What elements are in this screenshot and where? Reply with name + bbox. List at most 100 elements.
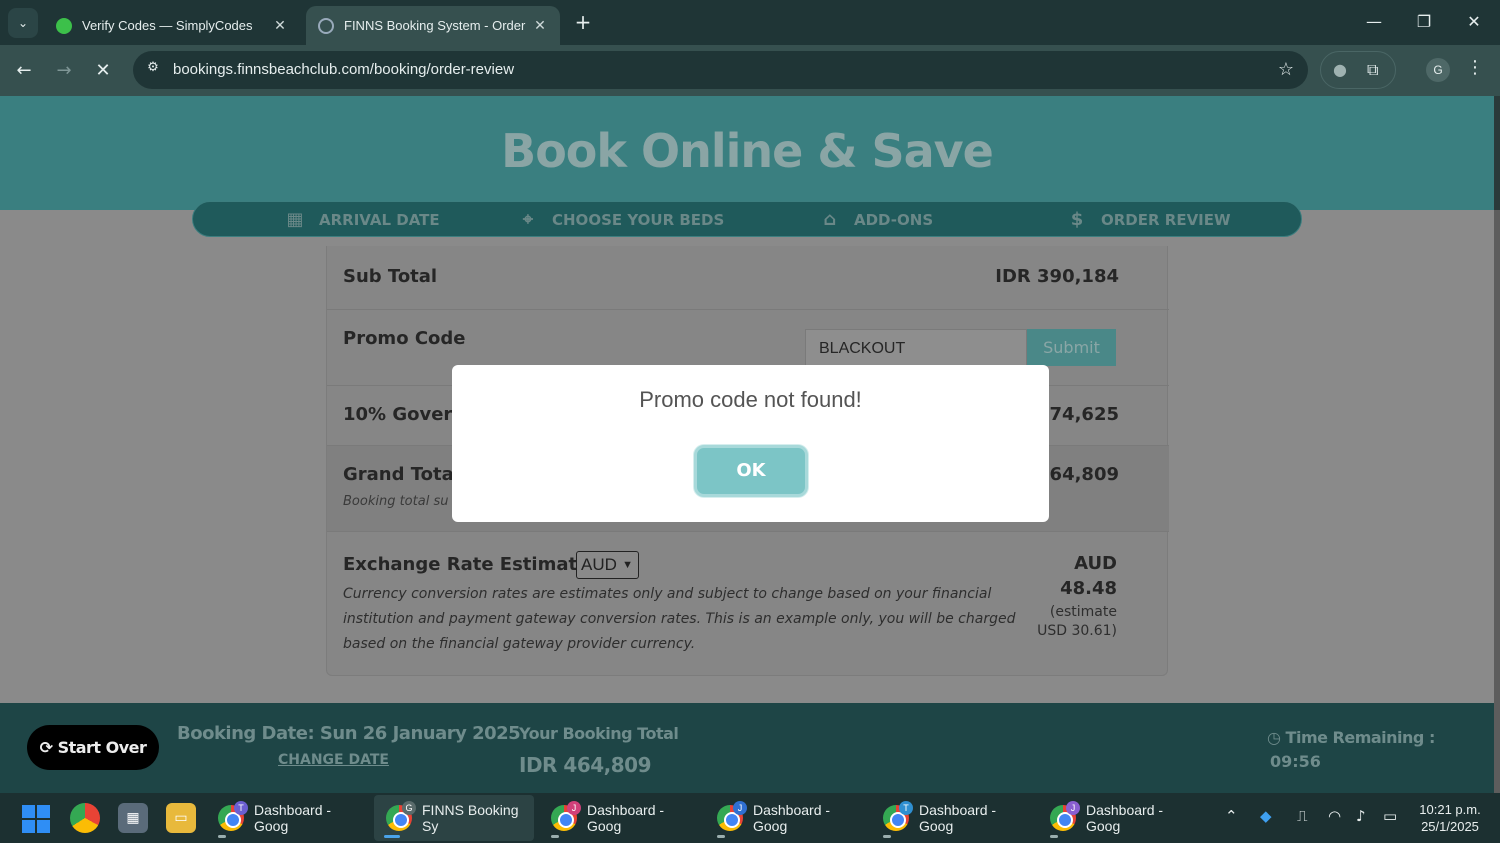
step-label: ORDER REVIEW [1101,211,1231,229]
close-icon: ✕ [95,60,111,81]
wifi-icon[interactable]: ◠ [1328,807,1341,825]
profile-avatar[interactable]: G [1426,58,1450,82]
address-bar[interactable]: ⚙ bookings.finnsbeachclub.com/booking/or… [133,51,1308,89]
step-order-review[interactable]: $ ORDER REVIEW [1065,202,1231,238]
tab-label: Verify Codes — SimplyCodes [82,18,253,33]
profile-badge: T [899,801,913,815]
extension-icon[interactable]: ● [1333,60,1347,79]
taskbar-app-label: Dashboard - Goog [254,802,332,834]
profile-badge: J [567,801,581,815]
tab-finns-booking[interactable]: FINNS Booking System - Order ✕ [306,6,560,45]
dialog-message: Promo code not found! [639,387,862,412]
windows-logo-icon [37,820,50,833]
chevron-down-icon: ⌄ [17,16,29,30]
tab-search-button[interactable]: ⌄ [8,8,38,38]
arrow-left-icon: ← [16,60,32,81]
file-explorer-icon[interactable]: ▭ [166,803,196,833]
close-window-button[interactable]: ✕ [1459,8,1489,36]
taskbar-app-finns[interactable]: G FINNS Booking Sy [374,795,534,841]
restore-icon: ❐ [1416,12,1432,31]
promo-code-input[interactable]: BLACKOUT [805,329,1027,366]
step-arrival-date[interactable]: ▦ ARRIVAL DATE [283,202,440,238]
page-title: Book Online & Save [501,124,994,178]
taskbar-app-dashboard[interactable]: T Dashboard - Goog [871,795,1031,841]
taskbar-app-label: Dashboard - Goog [753,802,831,834]
hero-banner: Book Online & Save [0,96,1494,210]
taskbar-app-dashboard[interactable]: J Dashboard - Goog [539,795,699,841]
grand-total-value: 464,809 [1037,464,1119,485]
minimize-icon: — [1366,12,1382,31]
stop-loading-button[interactable]: ✕ [89,57,117,85]
profile-badge: T [234,801,248,815]
ok-button[interactable]: OK [694,445,808,497]
bookmark-star-icon[interactable]: ☆ [1278,59,1294,80]
profile-badge: G [402,801,416,815]
start-over-label: Start Over [57,738,147,757]
promo-error-dialog: Promo code not found! OK [452,365,1049,522]
booking-date-text: Booking Date: Sun 26 January 2025 [177,723,521,744]
step-choose-beds[interactable]: ⌖ CHOOSE YOUR BEDS [516,202,724,238]
simplycodes-favicon-icon [56,17,72,34]
step-add-ons[interactable]: ⌂ ADD-ONS [818,202,934,238]
security-shield-icon[interactable]: ◆ [1260,807,1272,825]
taskbar-app-dashboard[interactable]: J Dashboard - Goog [705,795,865,841]
subtotal-value: IDR 390,184 [995,266,1119,287]
page-scrollbar-thumb[interactable] [1494,96,1500,210]
battery-icon[interactable]: ▭ [1383,807,1397,825]
close-icon: ✕ [1467,12,1481,31]
back-button[interactable]: ← [10,57,38,85]
promo-label: Promo Code [343,328,466,349]
booking-total-value: IDR 464,809 [519,753,652,777]
more-menu-icon[interactable]: ⋮ [1466,57,1484,78]
chevron-up-icon[interactable]: ⌃ [1225,807,1238,825]
running-indicator [1050,835,1058,838]
taskbar-app-dashboard[interactable]: T Dashboard - Goog [206,795,366,841]
forward-button[interactable]: → [50,57,78,85]
time-remaining-text: Time Remaining : [1285,728,1436,747]
taskbar-app-label: Dashboard - Goog [1086,802,1164,834]
usb-icon[interactable]: ⎍ [1297,807,1308,825]
windows-start-button[interactable] [22,805,50,833]
tab-simplycodes[interactable]: Verify Codes — SimplyCodes ✕ [44,6,300,45]
step-label: ARRIVAL DATE [319,211,440,229]
close-icon[interactable]: ✕ [272,17,288,34]
subtotal-row: Sub Total IDR 390,184 [327,246,1169,310]
restore-button[interactable]: ❐ [1409,8,1439,36]
subtotal-label: Sub Total [343,266,438,287]
exchange-rate-amount: 48.48 [1060,578,1117,599]
calculator-icon[interactable]: ▦ [118,803,148,833]
exchange-rate-estimate: (estimate USD 30.61) [1037,604,1117,639]
chevron-down-icon: ▼ [622,559,633,571]
volume-icon[interactable]: ♪ [1356,807,1366,825]
minimize-button[interactable]: — [1359,8,1389,36]
windows-logo-icon [37,805,50,818]
running-indicator [384,835,400,838]
tab-label: FINNS Booking System - Order [344,18,526,33]
currency-select-value: AUD [581,555,617,574]
step-label: CHOOSE YOUR BEDS [552,211,725,229]
puzzle-icon[interactable]: ⧉ [1367,60,1378,80]
new-tab-button[interactable]: + [570,10,596,36]
site-info-icon[interactable]: ⚙ [143,60,163,80]
clock-date: 25/1/2025 [1421,819,1479,834]
time-remaining-value: 09:56 [1270,752,1321,771]
taskbar-app-label: FINNS Booking Sy [422,802,519,834]
system-clock[interactable]: 10:21 p.m. 25/1/2025 [1410,801,1490,835]
windows-taskbar: ▦ ▭ T Dashboard - Goog G FINNS Booking S… [0,793,1500,843]
arrow-right-icon: → [56,60,72,81]
extensions-group: ● ⧉ [1320,51,1396,89]
change-date-link[interactable]: CHANGE DATE [278,752,389,768]
windows-logo-icon [22,805,35,818]
promo-submit-button[interactable]: Submit [1027,329,1116,366]
taskbar-app-dashboard[interactable]: J Dashboard - Goog [1038,795,1198,841]
step-label: ADD-ONS [854,211,934,229]
exchange-rate-label: Exchange Rate Estimation [343,554,609,575]
taskbar-app-label: Dashboard - Goog [587,802,665,834]
chrome-pinned-icon[interactable] [70,803,100,833]
running-indicator [551,835,559,838]
browser-toolbar: ← → ✕ ⚙ bookings.finnsbeachclub.com/book… [0,45,1500,96]
close-icon[interactable]: ✕ [532,17,548,34]
plus-icon: + [574,10,592,34]
start-over-button[interactable]: ⟳ Start Over [27,725,159,770]
currency-select[interactable]: AUD ▼ [576,551,639,579]
